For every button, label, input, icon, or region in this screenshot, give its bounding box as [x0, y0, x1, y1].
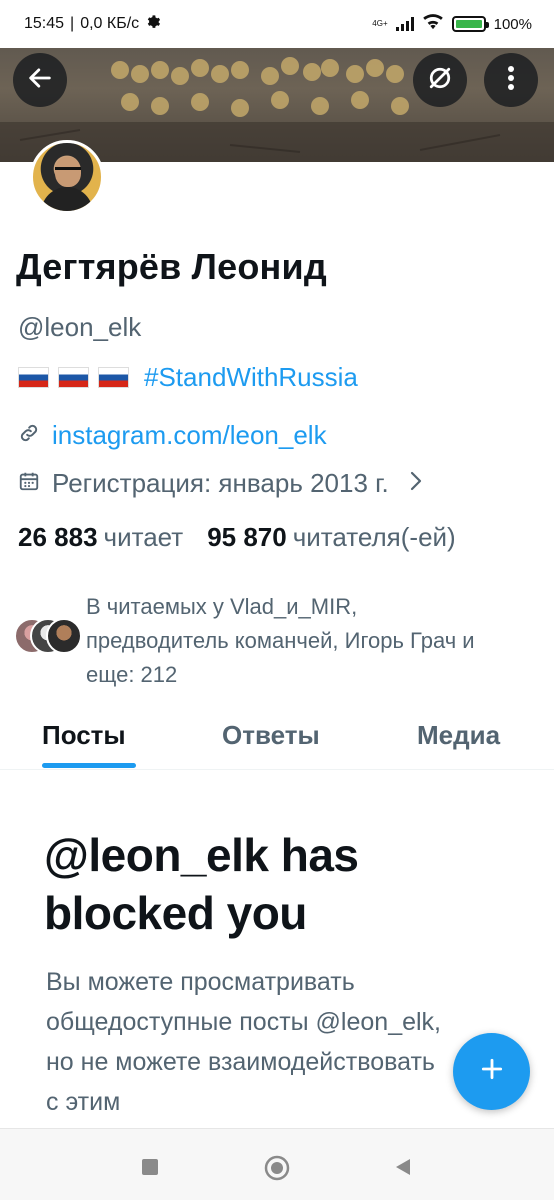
- more-options-button[interactable]: [484, 53, 538, 107]
- active-tab-indicator: [42, 763, 136, 768]
- home-button[interactable]: [264, 1155, 290, 1186]
- signal-icon: [395, 17, 414, 31]
- settings-icon: [145, 14, 161, 35]
- more-vertical-icon: [507, 65, 515, 96]
- following-count: 26 883: [18, 522, 98, 552]
- followers-you-know-avatars[interactable]: [14, 618, 84, 656]
- status-bar: 15:45 | 0,0 КБ/с 4G+ 100%: [0, 0, 554, 48]
- system-nav-bar: [0, 1128, 554, 1200]
- back-button[interactable]: [13, 53, 67, 107]
- compose-button[interactable]: [453, 1033, 530, 1110]
- profile-website-link[interactable]: instagram.com/leon_elk: [52, 420, 327, 451]
- triangle-back-icon: [396, 1159, 410, 1175]
- hide-profile-button[interactable]: [413, 53, 467, 107]
- avatar[interactable]: [30, 140, 104, 214]
- tab-media[interactable]: Медиа: [417, 720, 500, 751]
- profile-bio: #StandWithRussia: [18, 362, 358, 393]
- network-type: 4G+: [372, 19, 388, 28]
- profile-link-row: instagram.com/leon_elk: [18, 420, 327, 451]
- follow-stats: 26 883 читает 95 870 читателя(-ей): [18, 522, 456, 553]
- wifi-icon: [422, 14, 444, 34]
- status-time: 15:45: [24, 15, 65, 32]
- battery-icon: [451, 16, 489, 32]
- avatar: [46, 618, 82, 654]
- avatar-glasses: [55, 167, 81, 172]
- plus-icon: [479, 1056, 505, 1087]
- chevron-right-icon: [409, 468, 423, 499]
- eye-off-icon: [425, 63, 455, 98]
- status-left: 15:45 | 0,0 КБ/с: [24, 14, 161, 35]
- profile-joined-row[interactable]: Регистрация: январь 2013 г.: [18, 468, 423, 499]
- link-icon: [18, 420, 40, 451]
- blocked-title: @leon_elk has blocked you: [44, 829, 359, 939]
- arrow-left-icon: [26, 64, 54, 97]
- back-nav-button[interactable]: [394, 1158, 412, 1181]
- profile-name: Дегтярёв Леонид: [16, 246, 327, 287]
- calendar-icon: [18, 468, 40, 499]
- status-right: 4G+ 100%: [372, 14, 532, 34]
- bio-hashtag-link[interactable]: #StandWithRussia: [144, 362, 358, 393]
- circle-icon: [264, 1155, 290, 1181]
- joined-date: Регистрация: январь 2013 г.: [52, 468, 389, 498]
- following-label: читает: [103, 522, 184, 552]
- followers-label: читателя(-ей): [292, 522, 456, 552]
- avatar-shirt: [41, 187, 93, 211]
- russia-flag-icon: [58, 367, 89, 388]
- avatar-face: [55, 157, 81, 187]
- profile-handle: @leon_elk: [18, 312, 142, 342]
- status-separator: |: [70, 15, 75, 32]
- status-speed: 0,0 КБ/с: [80, 15, 140, 32]
- battery-level: 100%: [493, 15, 532, 33]
- following-link[interactable]: 26 883 читает: [18, 522, 183, 553]
- russia-flag-icon: [18, 367, 49, 388]
- russia-flag-icon: [98, 367, 129, 388]
- tab-replies[interactable]: Ответы: [222, 720, 320, 751]
- followers-count: 95 870: [207, 522, 287, 552]
- tab-posts[interactable]: Посты: [42, 720, 126, 751]
- square-icon: [142, 1159, 158, 1175]
- blocked-message: Вы можете просматривать общедоступные по…: [46, 968, 442, 1116]
- followers-link[interactable]: 95 870 читателя(-ей): [207, 522, 456, 553]
- profile-tabs: Посты Ответы Медиа: [0, 700, 554, 770]
- followers-you-know-text[interactable]: В читаемых у Vlad_и_MIR, предводитель ко…: [86, 590, 506, 692]
- recents-button[interactable]: [142, 1159, 158, 1180]
